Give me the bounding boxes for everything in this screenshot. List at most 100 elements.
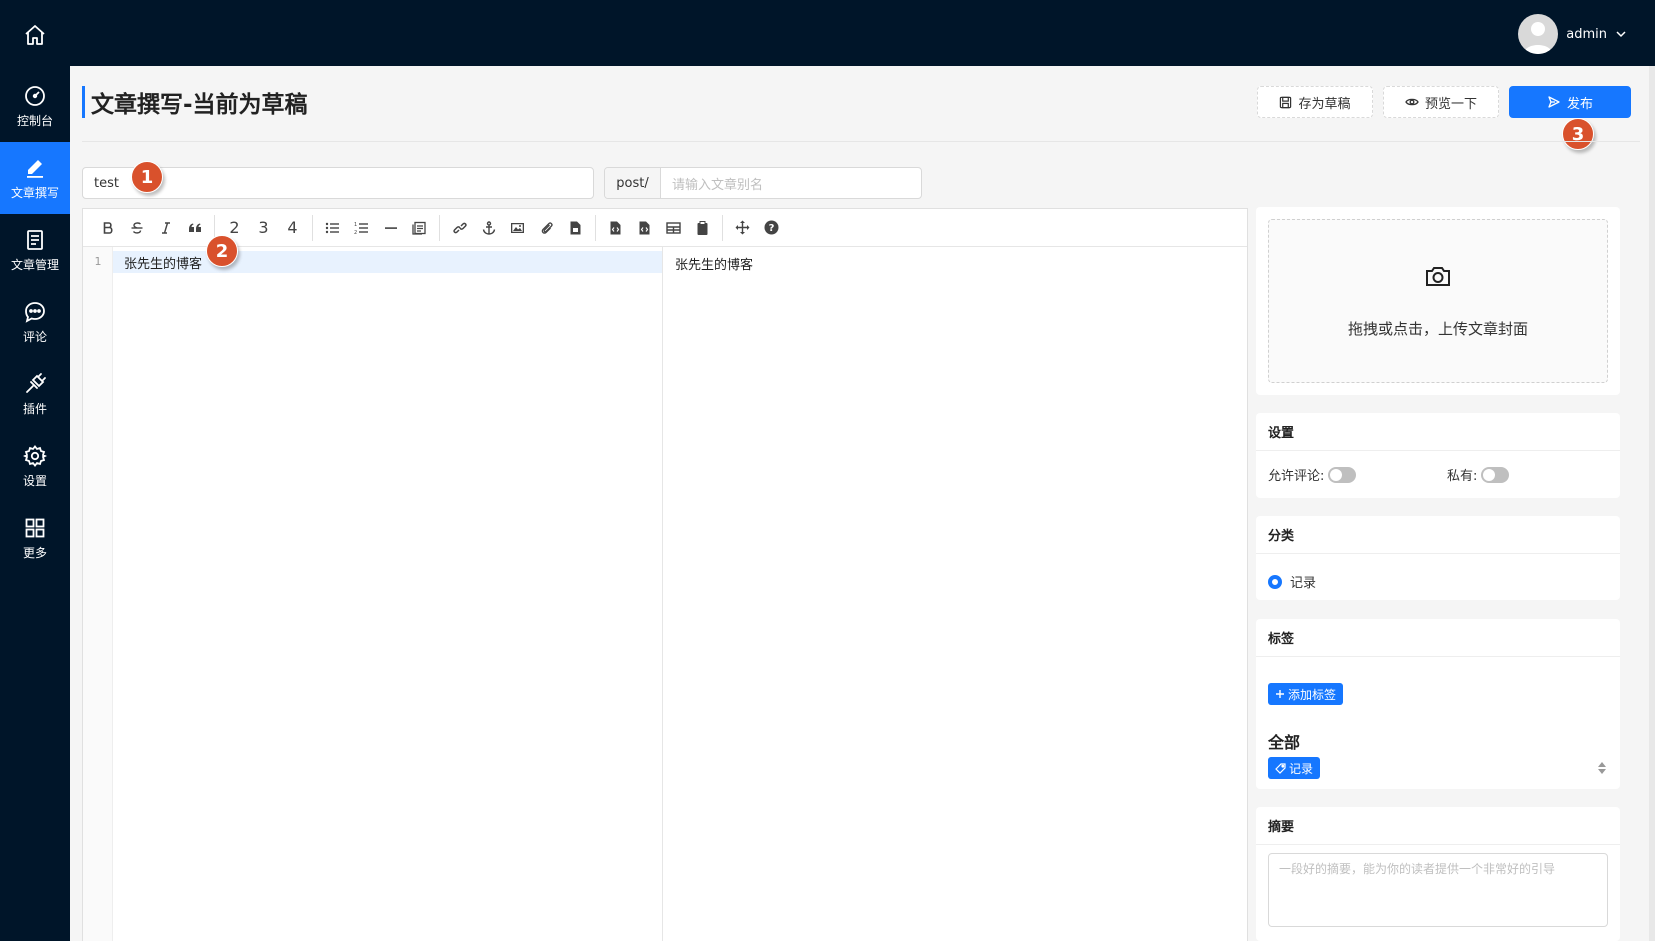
add-tag-label: 添加标签 [1288,687,1337,702]
heading-3-button[interactable]: 3 [249,214,278,242]
sidebar-item-articles[interactable]: 文章管理 [0,214,70,286]
category-option[interactable]: 记录 [1268,572,1316,591]
ordered-list-button[interactable]: 12 [347,214,376,242]
caret-up-icon [1598,762,1606,767]
unordered-list-button[interactable] [318,214,347,242]
image-button[interactable] [503,214,532,242]
publish-label: 发布 [1566,96,1593,112]
preview-pane: 张先生的博客 [664,247,1247,941]
category-option-label: 记录 [1290,576,1317,591]
tag-chip[interactable]: 记录 [1268,757,1321,779]
strikethrough-button[interactable] [122,214,151,242]
fullscreen-button[interactable] [728,214,757,242]
gear-icon [23,444,47,467]
main-content: 文章撰写-当前为草稿 存为草稿 预览一下 发布 3 test 1 post/ 请… [70,66,1649,941]
tag-list: 记录 [1268,757,1321,779]
avatar [1518,14,1559,54]
editor-line[interactable]: 张先生的博客 [113,251,662,273]
horizontal-rule-icon [384,226,397,229]
username: admin [1566,26,1607,42]
file-button[interactable] [561,214,590,242]
page-scrollbar[interactable] [1649,66,1655,941]
private-toggle[interactable] [1481,466,1510,483]
clipboard-button[interactable] [688,214,717,242]
sidebar-item-more[interactable]: 更多 [0,502,70,574]
chevron-down-icon [1616,31,1626,38]
table-button[interactable] [659,214,688,242]
preview-button[interactable]: 预览一下 [1383,86,1499,118]
allow-comment-row: 允许评论: [1268,465,1357,484]
anchor-button[interactable] [474,214,503,242]
category-panel: 分类 记录 [1256,516,1620,600]
dashboard-icon [25,85,45,106]
html-file-button[interactable] [630,214,659,242]
step-badge-2: 2 [206,235,238,267]
step-badge-1: 1 [131,161,163,193]
heading-4-button[interactable]: 4 [278,214,307,242]
svg-text:1: 1 [354,222,357,228]
comment-icon [25,301,45,323]
clipboard-icon [697,220,708,235]
cover-upload-text: 拖拽或点击，上传文章封面 [1347,319,1528,338]
home-icon [25,25,45,45]
sidebar-item-comments[interactable]: 评论 [0,286,70,358]
summary-textarea[interactable]: 一段好的摘要，能为你的读者提供一个非常好的引导 [1268,853,1608,927]
editor-toolbar: 2 3 4 12 ? [83,209,1247,247]
cover-upload[interactable]: 拖拽或点击，上传文章封面 [1268,219,1608,383]
anchor-icon [482,220,495,235]
strikethrough-icon [131,221,142,234]
allow-comment-toggle[interactable] [1328,466,1357,483]
editor-input-pane[interactable]: 1 张先生的博客 [83,247,663,941]
camera-icon [1426,266,1450,286]
toolbar-separator [312,214,313,241]
tags-title: 标签 [1256,619,1620,657]
home-button[interactable] [0,0,70,70]
sidebar-item-dashboard[interactable]: 控制台 [0,70,70,142]
help-button[interactable]: ? [757,214,786,242]
bold-button[interactable] [93,214,122,242]
paperclip-icon [541,221,553,234]
file-icon [570,221,581,234]
slug-prefix: post/ [605,168,661,198]
sidebar-item-plugins[interactable]: 插件 [0,358,70,430]
tags-all-label: 全部 [1268,733,1301,752]
caret-down-icon [1598,769,1606,774]
toolbar-separator [595,214,596,241]
cover-panel: 拖拽或点击，上传文章封面 [1256,207,1620,395]
publish-button[interactable]: 发布 [1509,86,1631,118]
settings-title: 设置 [1256,413,1620,451]
top-bar: admin [70,0,1655,66]
sidebar-item-settings[interactable]: 设置 [0,430,70,502]
link-button[interactable] [445,214,474,242]
italic-button[interactable] [151,214,180,242]
sidebar: 控制台 文章撰写 文章管理 评论 插件 设置 更多 [0,0,70,941]
page-title: 文章撰写-当前为草稿 [82,86,308,118]
add-tag-button[interactable]: 添加标签 [1268,683,1344,705]
unordered-list-icon [325,222,339,233]
sidebar-item-write[interactable]: 文章撰写 [0,142,70,214]
add-tag-wrapper: 添加标签 [1268,683,1344,705]
horizontal-rule-button[interactable] [376,214,405,242]
toolbar-separator [439,214,440,241]
toolbar-separator [722,214,723,241]
attachment-button[interactable] [532,214,561,242]
code-file-button[interactable] [601,214,630,242]
save-draft-button[interactable]: 存为草稿 [1257,86,1373,118]
sidebar-item-label: 评论 [22,329,47,344]
image-icon [511,222,524,233]
move-icon [735,220,750,235]
tag-list-scroller[interactable] [1596,757,1608,779]
code-block-button[interactable] [405,214,434,242]
user-silhouette-icon [1524,22,1553,54]
plugin-icon [26,372,46,393]
summary-title: 摘要 [1256,807,1620,845]
quote-button[interactable] [180,214,209,242]
slug-input[interactable]: 请输入文章别名 [661,168,921,198]
user-menu[interactable]: admin [1518,14,1627,54]
category-radio[interactable] [1268,574,1282,589]
ordered-list-icon: 12 [354,222,368,235]
line-gutter: 1 [83,247,113,941]
quote-icon [188,223,201,232]
summary-panel: 摘要 一段好的摘要，能为你的读者提供一个非常好的引导 [1256,807,1620,941]
svg-text:?: ? [769,223,775,234]
